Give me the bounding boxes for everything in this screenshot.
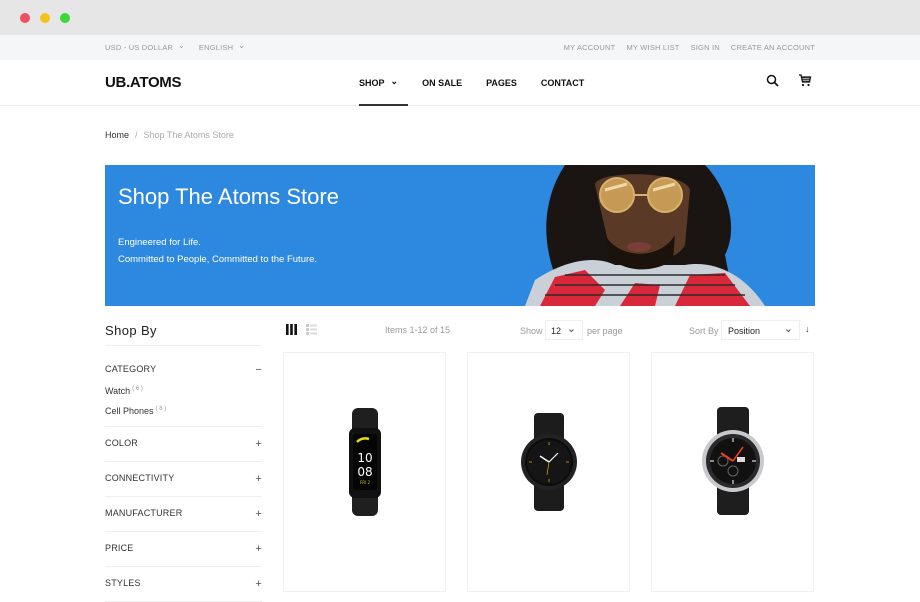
cart-icon[interactable] <box>798 74 812 88</box>
category-item-cell-phones[interactable]: Cell Phones( 8 ) <box>105 406 262 416</box>
category-item-watch[interactable]: Watch( 6 ) <box>105 386 262 396</box>
product-card[interactable]: 10 08 FRI 2 <box>283 352 446 592</box>
logo[interactable]: UB.ATOMS <box>105 74 182 91</box>
expand-icon: + <box>255 473 262 485</box>
minimize-window-button[interactable] <box>40 13 50 23</box>
top-bar: USD - US DOLLAR ENGLISH MY ACCOUNT MY WI… <box>0 35 920 60</box>
main-nav: SHOP ⌄ ON SALE PAGES CONTACT <box>359 76 584 106</box>
nav-contact[interactable]: CONTACT <box>541 78 584 89</box>
shop-by-title: Shop By <box>105 323 262 346</box>
product-toolbar: Items 1-12 of 15 Show 12 per page Sort B… <box>284 320 815 341</box>
browser-chrome <box>0 0 920 35</box>
expand-icon: + <box>255 543 262 555</box>
product-card[interactable] <box>467 352 630 592</box>
fitness-band-image: 10 08 FRI 2 <box>348 408 381 516</box>
close-window-button[interactable] <box>20 13 30 23</box>
banner-subtitle: Engineered for Life. Committed to People… <box>118 237 318 265</box>
items-count: Items 1-12 of 15 <box>385 325 451 335</box>
collapse-icon: − <box>255 364 262 376</box>
sort-by-label: Sort By <box>689 326 719 336</box>
list-view-icon[interactable] <box>306 324 317 337</box>
breadcrumb-home[interactable]: Home <box>105 130 129 140</box>
breadcrumb: Home / Shop The Atoms Store <box>105 130 234 140</box>
expand-icon: + <box>255 438 262 450</box>
svg-text:08: 08 <box>357 465 372 479</box>
nav-on-sale[interactable]: ON SALE <box>422 78 462 89</box>
svg-text:FRI 2: FRI 2 <box>359 480 370 485</box>
language-switcher[interactable]: ENGLISH <box>199 43 245 52</box>
my-account-link[interactable]: MY ACCOUNT <box>564 43 616 52</box>
maximize-window-button[interactable] <box>60 13 70 23</box>
filter-price[interactable]: PRICE + <box>105 532 262 567</box>
filter-connectivity[interactable]: CONNECTIVITY + <box>105 462 262 497</box>
show-label: Show <box>520 326 543 336</box>
filter-category: CATEGORY − Watch( 6 ) Cell Phones( 8 ) <box>105 346 262 427</box>
site-header: UB.ATOMS SHOP ⌄ ON SALE PAGES CONTACT <box>0 60 920 106</box>
filter-color[interactable]: COLOR + <box>105 427 262 462</box>
silver-smartwatch-image <box>701 407 764 515</box>
hero-banner: Shop The Atoms Store Engineered for Life… <box>105 165 815 306</box>
sort-direction-icon[interactable]: ↓ <box>805 324 810 334</box>
grid-view-icon[interactable] <box>286 324 297 337</box>
sign-in-link[interactable]: SIGN IN <box>691 43 720 52</box>
banner-title: Shop The Atoms Store <box>118 184 339 209</box>
wish-list-link[interactable]: MY WISH LIST <box>626 43 679 52</box>
black-smartwatch-image <box>520 413 577 511</box>
product-grid: 10 08 FRI 2 <box>283 352 815 592</box>
limiter-select[interactable]: 12 <box>545 320 583 340</box>
filter-sidebar: Shop By CATEGORY − Watch( 6 ) Cell Phone… <box>105 323 262 602</box>
filter-category-toggle[interactable]: CATEGORY − <box>105 364 262 376</box>
expand-icon: + <box>255 508 262 520</box>
sort-by-select[interactable]: Position <box>721 320 800 340</box>
filter-manufacturer[interactable]: MANUFACTURER + <box>105 497 262 532</box>
banner-model-image <box>525 165 765 306</box>
per-page-label: per page <box>587 326 623 336</box>
product-card[interactable] <box>651 352 814 592</box>
search-icon[interactable] <box>766 74 780 88</box>
nav-shop[interactable]: SHOP ⌄ <box>359 76 409 106</box>
create-account-link[interactable]: CREATE AN ACCOUNT <box>731 43 815 52</box>
svg-text:10: 10 <box>357 451 372 465</box>
filter-styles[interactable]: STYLES + <box>105 567 262 602</box>
currency-switcher[interactable]: USD - US DOLLAR <box>105 43 185 52</box>
chevron-down-icon: ⌄ <box>390 76 399 86</box>
breadcrumb-current: Shop The Atoms Store <box>143 130 234 140</box>
nav-pages[interactable]: PAGES <box>486 78 517 89</box>
